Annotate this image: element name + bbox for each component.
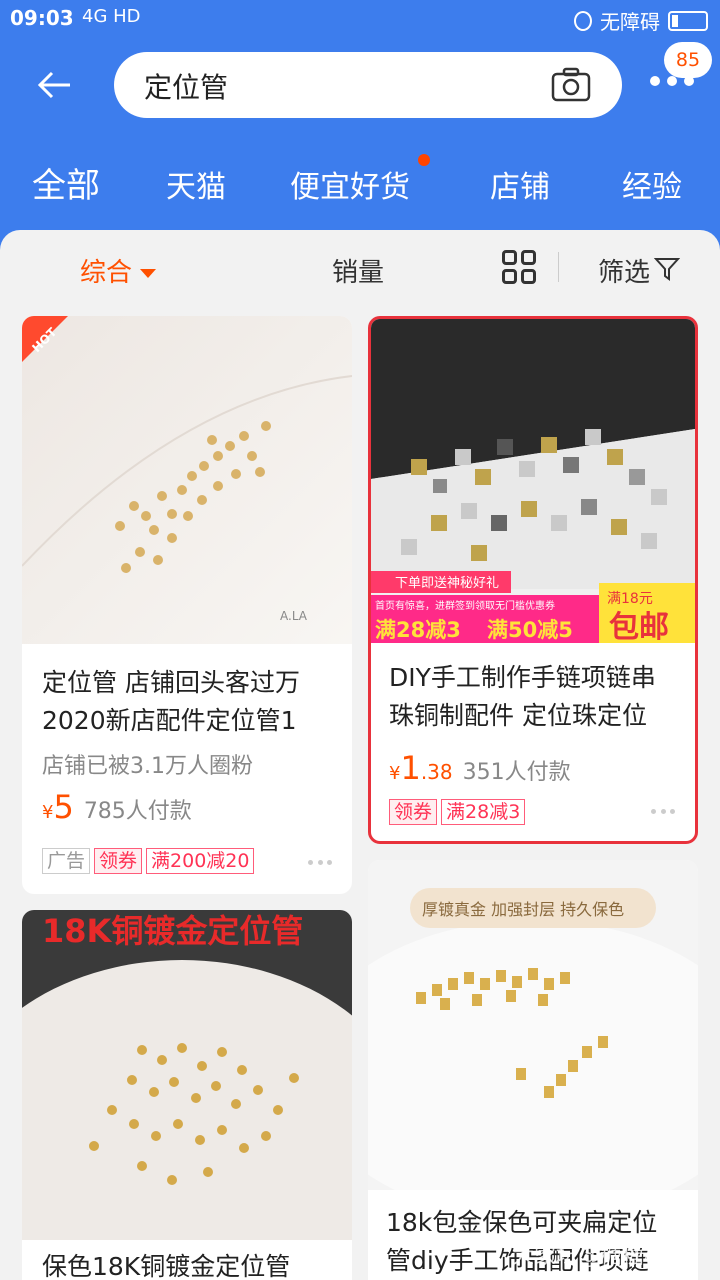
product-card[interactable]: A.LA HOT 定位管 店铺回头客过万2020新店配件定位管1 店铺已被3.1… — [22, 316, 352, 894]
product-card[interactable]: 18K铜镀金定位管 保色18K铜镀金定位管 — [22, 910, 352, 1280]
hot-badge: HOT — [22, 316, 68, 362]
camera-icon[interactable] — [550, 64, 592, 106]
svg-text:A.LA: A.LA — [280, 609, 308, 623]
battery-icon — [668, 10, 708, 31]
header: 09:03 4G HD 无障碍 定位管 85 全部 天猫 便宜好货 店铺 经验 — [0, 0, 720, 250]
price-symbol: ¥ — [42, 802, 54, 823]
more-options-icon[interactable] — [308, 860, 332, 866]
status-time: 09:03 — [10, 6, 74, 30]
product-card[interactable]: 下单即送神秘好礼 首页有惊喜，进群签到领取无门槛优惠券 满28减3 满50减5 … — [368, 316, 698, 844]
back-arrow-icon[interactable] — [30, 60, 80, 110]
grid-view-icon[interactable] — [502, 250, 536, 284]
message-badge: 85 — [664, 42, 712, 78]
new-dot — [418, 154, 430, 166]
network-indicator: 4G HD — [82, 6, 141, 27]
search-input[interactable]: 定位管 — [114, 52, 622, 118]
sort-sales[interactable]: 销量 — [332, 252, 384, 289]
svg-text:首页有惊喜，进群签到领取无门槛优惠券: 首页有惊喜，进群签到领取无门槛优惠券 — [375, 599, 555, 612]
price-row: ¥5 785人付款 — [42, 788, 192, 826]
status-bar: 09:03 4G HD 无障碍 — [0, 0, 720, 38]
status-right: 无障碍 — [574, 6, 708, 35]
product-title[interactable]: 定位管 店铺回头客过万2020新店配件定位管1 — [42, 664, 332, 740]
price-integer: 1 — [400, 749, 421, 787]
tab-all[interactable]: 全部 — [32, 158, 100, 207]
svg-text:下单即送神秘好礼: 下单即送神秘好礼 — [395, 575, 499, 591]
sort-composite-label: 综合 — [80, 258, 133, 288]
lock-icon — [574, 10, 592, 31]
price-row: ¥1.38 351人付款 — [389, 749, 571, 787]
paid-count: 351人付款 — [462, 760, 571, 785]
price-symbol: ¥ — [389, 763, 401, 784]
filter-button[interactable]: 筛选 — [598, 252, 650, 289]
product-image[interactable]: 18K铜镀金定位管 — [22, 910, 352, 1240]
paid-count: 785人付款 — [83, 799, 192, 824]
discount-tag: 满28减3 — [441, 799, 526, 825]
watermark: 大家坛@糖糖桃子 — [512, 1244, 689, 1269]
product-title[interactable]: DIY手工制作手链项链串珠铜制配件 定位珠定位 — [389, 659, 679, 735]
price-integer: 5 — [53, 788, 74, 826]
coupon-tag[interactable]: 领券 — [389, 799, 438, 825]
svg-text:满28减3: 满28减3 — [375, 618, 461, 642]
shop-fans: 店铺已被3.1万人圈粉 — [42, 754, 253, 779]
tab-shops[interactable]: 店铺 — [490, 162, 550, 206]
sort-composite[interactable]: 综合 — [80, 252, 157, 289]
svg-text:包邮: 包邮 — [609, 610, 669, 643]
tab-cheap-goods[interactable]: 便宜好货 — [290, 162, 410, 206]
divider — [558, 252, 559, 282]
sort-bar: 综合 销量 筛选 — [0, 230, 720, 310]
product-image[interactable]: 下单即送神秘好礼 首页有惊喜，进群签到领取无门槛优惠券 满28减3 满50减5 … — [371, 319, 695, 643]
more-icon[interactable] — [650, 76, 694, 92]
svg-text:厚镀真金 加强封层 持久保色: 厚镀真金 加强封层 持久保色 — [422, 900, 624, 919]
price-decimal: .38 — [420, 760, 453, 784]
product-card[interactable]: 厚镀真金 加强封层 持久保色 18k包金保色可夹扁定位管diy手工饰品配件项链 — [368, 860, 698, 1280]
product-image[interactable]: 厚镀真金 加强封层 持久保色 — [368, 860, 698, 1190]
search-query: 定位管 — [144, 71, 229, 104]
promo-tags: 领券 满28减3 — [389, 799, 526, 825]
accessibility-label: 无障碍 — [600, 10, 660, 34]
coupon-tag[interactable]: 领券 — [94, 848, 143, 874]
filter-icon[interactable] — [654, 256, 680, 282]
tab-experience[interactable]: 经验 — [622, 162, 682, 206]
svg-text:18K铜镀金定位管: 18K铜镀金定位管 — [42, 912, 303, 950]
tab-tmall[interactable]: 天猫 — [166, 162, 226, 206]
svg-text:满18元: 满18元 — [607, 591, 653, 607]
svg-text:满50减5: 满50减5 — [487, 618, 573, 642]
category-tabs: 全部 天猫 便宜好货 店铺 经验 — [0, 150, 720, 210]
promo-tags: 广告 领券 满200减20 — [42, 848, 255, 874]
ad-tag: 广告 — [42, 848, 91, 874]
discount-tag: 满200减20 — [146, 848, 255, 874]
caret-down-icon — [140, 269, 157, 278]
more-options-icon[interactable] — [651, 809, 675, 815]
product-title[interactable]: 保色18K铜镀金定位管 — [42, 1248, 332, 1280]
